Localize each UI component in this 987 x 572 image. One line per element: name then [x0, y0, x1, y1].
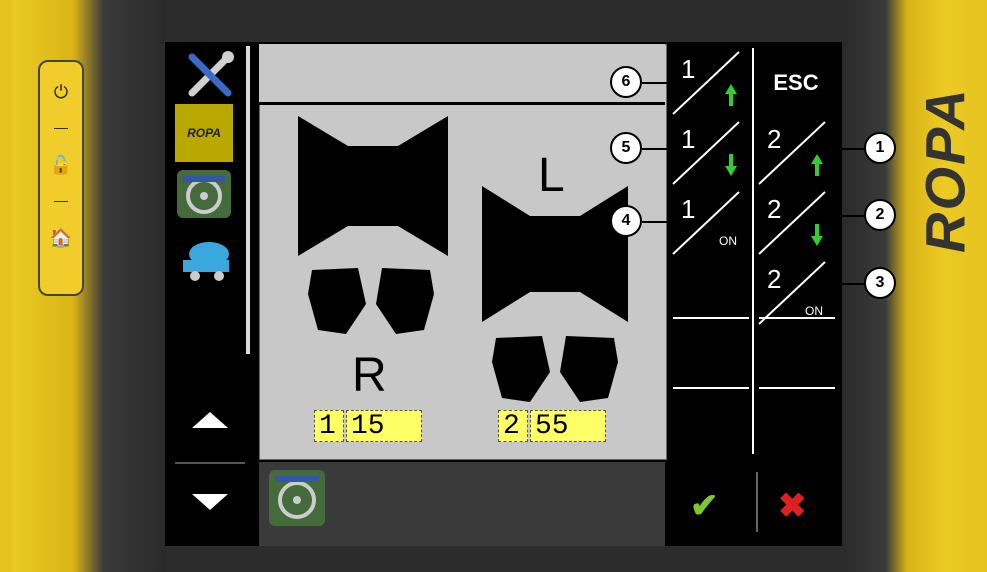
sidebar: ROPA	[165, 42, 257, 546]
sidebar-scrollbar[interactable]	[246, 46, 250, 354]
footer-steering-wheel-icon	[269, 470, 325, 526]
scroll-up-icon[interactable]	[192, 412, 228, 428]
grid-line	[759, 317, 835, 319]
esc-button[interactable]: ESC	[753, 48, 839, 118]
scroll-down-icon[interactable]	[192, 494, 228, 510]
key-number: 2	[767, 124, 782, 154]
left-value-box[interactable]: 15	[346, 410, 422, 442]
divider	[54, 128, 68, 129]
left-wheels-shape	[308, 268, 434, 334]
grid-line	[759, 387, 835, 389]
device-bezel-left-inner	[12, 0, 165, 572]
grid-vertical-line	[752, 48, 754, 454]
left-side-letter: R	[352, 349, 387, 402]
device-bezel-top	[165, 0, 842, 42]
right-wheel-left-shape	[492, 336, 550, 402]
tools-icon[interactable]	[175, 48, 245, 102]
key-number: 2	[767, 264, 782, 294]
divider	[756, 472, 758, 532]
right-index-box[interactable]: 2	[498, 410, 528, 442]
footer-bar	[259, 462, 665, 546]
brand-logo: ROPA	[913, 87, 977, 253]
callout-line	[830, 283, 864, 285]
cancel-button[interactable]: ✖	[778, 486, 807, 526]
key-1-up[interactable]: 1	[667, 48, 753, 118]
on-label: ON	[805, 304, 823, 318]
right-wheel-right-shape	[560, 336, 618, 402]
function-key-grid: 1 ESC 1 2 1 ON 2 2 ON	[667, 44, 839, 458]
ropa-menu-button[interactable]: ROPA	[175, 104, 233, 162]
callout-3: 3	[864, 267, 896, 299]
hardware-button-strip: ⏻ 🔓 🏠	[38, 60, 84, 296]
right-value-box[interactable]: 55	[530, 410, 606, 442]
callout-line	[830, 148, 864, 150]
callout-line	[642, 221, 678, 223]
lock-icon[interactable]: 🔓	[40, 135, 82, 195]
callout-1: 1	[864, 132, 896, 164]
key-2-up[interactable]: 2	[753, 118, 839, 188]
power-icon[interactable]: ⏻	[40, 62, 82, 122]
main-header-bar	[259, 44, 665, 105]
grid-line	[673, 387, 749, 389]
on-label: ON	[719, 234, 737, 248]
left-index-box[interactable]: 1	[314, 410, 344, 442]
divider	[54, 201, 68, 202]
callout-6: 6	[610, 66, 642, 98]
callout-4: 4	[610, 205, 642, 237]
key-number: 1	[681, 124, 696, 154]
right-tank-shape	[482, 186, 628, 322]
key-number: 2	[767, 194, 782, 224]
confirm-button[interactable]: ✔	[690, 486, 719, 526]
callout-line	[642, 148, 678, 150]
left-tank-shape	[298, 116, 448, 256]
trailer-icon[interactable]	[175, 238, 233, 284]
key-1-on[interactable]: 1 ON	[667, 188, 753, 258]
key-2-down[interactable]: 2	[753, 188, 839, 258]
esc-label: ESC	[773, 70, 819, 95]
steering-wheel-icon[interactable]	[177, 170, 231, 218]
key-1-down[interactable]: 1	[667, 118, 753, 188]
key-number: 1	[681, 194, 696, 224]
callout-line	[642, 82, 678, 84]
home-icon[interactable]: 🏠	[40, 208, 82, 268]
callout-line	[830, 215, 864, 217]
device-bezel-bottom	[165, 546, 842, 572]
grid-line	[673, 317, 749, 319]
callout-2: 2	[864, 199, 896, 231]
divider	[175, 462, 245, 464]
key-number: 1	[681, 54, 696, 84]
ropa-menu-label: ROPA	[187, 126, 221, 140]
callout-5: 5	[610, 132, 642, 164]
